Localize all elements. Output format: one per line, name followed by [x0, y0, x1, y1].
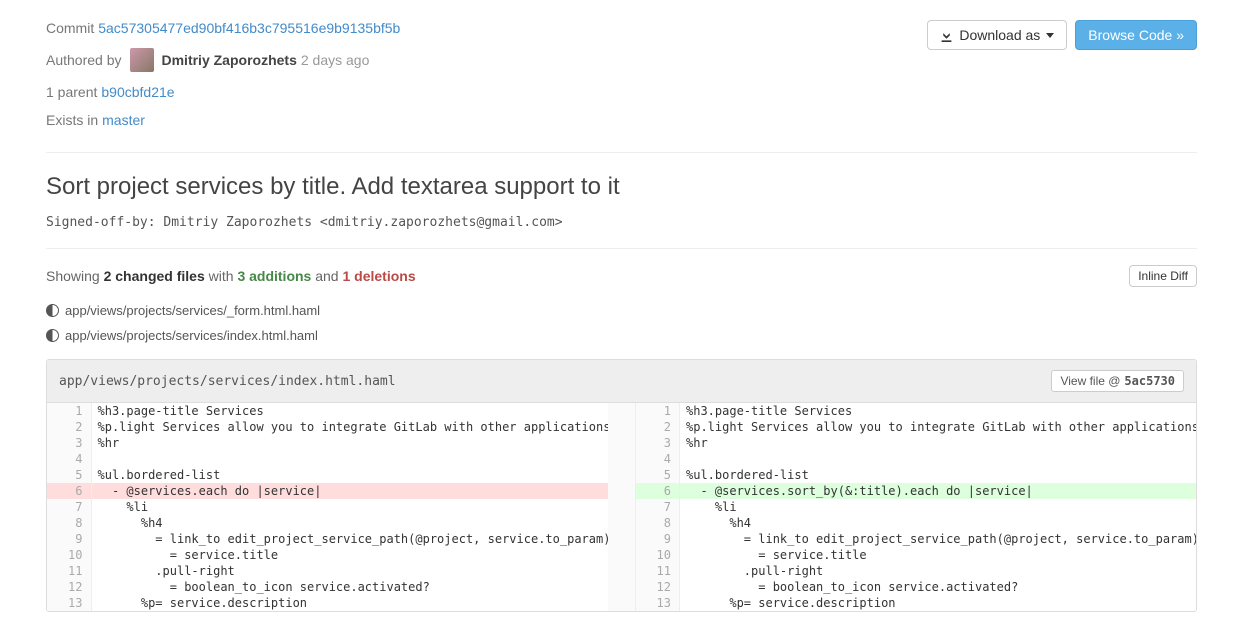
- new-line-number: 1: [636, 403, 680, 419]
- parent-sha-link[interactable]: b90cbfd21e: [101, 84, 174, 100]
- caret-down-icon: [1046, 33, 1054, 38]
- old-line-code: %hr: [91, 435, 608, 451]
- commit-title: Sort project services by title. Add text…: [46, 173, 1197, 201]
- diff-file-path: app/views/projects/services/index.html.h…: [59, 374, 396, 389]
- old-line-number: 1: [47, 403, 91, 419]
- old-line-code: %p.light Services allow you to integrate…: [91, 419, 608, 435]
- new-line-number: 8: [636, 515, 680, 531]
- old-line-code: - @services.each do |service|: [91, 483, 608, 499]
- old-line-number: 6: [47, 483, 91, 499]
- new-line-code: %p= service.description: [680, 595, 1197, 611]
- new-line-number: 12: [636, 579, 680, 595]
- old-line-number: 5: [47, 467, 91, 483]
- new-line-code: = link_to edit_project_service_path(@pro…: [680, 531, 1197, 547]
- new-line-code: = boolean_to_icon service.activated?: [680, 579, 1197, 595]
- new-line-code: - @services.sort_by(&:title).each do |se…: [680, 483, 1197, 499]
- exists-in-line: Exists in master: [46, 112, 400, 128]
- new-line-code: = service.title: [680, 547, 1197, 563]
- old-line-code: = boolean_to_icon service.activated?: [91, 579, 608, 595]
- changed-file-link[interactable]: app/views/projects/services/_form.html.h…: [46, 303, 1197, 318]
- new-line-code: %ul.bordered-list: [680, 467, 1197, 483]
- contrast-icon: [46, 329, 59, 342]
- parent-line: 1 parent b90cbfd21e: [46, 84, 400, 100]
- new-line-code: %li: [680, 499, 1197, 515]
- old-line-code: [91, 451, 608, 467]
- diff-row: 2%p.light Services allow you to integrat…: [47, 419, 1196, 435]
- new-line-code: .pull-right: [680, 563, 1197, 579]
- old-line-code: %ul.bordered-list: [91, 467, 608, 483]
- new-line-number: 4: [636, 451, 680, 467]
- old-line-number: 10: [47, 547, 91, 563]
- inline-diff-button[interactable]: Inline Diff: [1129, 265, 1197, 287]
- new-line-number: 13: [636, 595, 680, 611]
- branch-link[interactable]: master: [102, 112, 145, 128]
- diff-summary: Showing 2 changed files with 3 additions…: [46, 268, 416, 284]
- old-line-number: 13: [47, 595, 91, 611]
- new-line-number: 10: [636, 547, 680, 563]
- diff-row: 7 %li7 %li: [47, 499, 1196, 515]
- changed-file-link[interactable]: app/views/projects/services/index.html.h…: [46, 328, 1197, 343]
- new-line-number: 9: [636, 531, 680, 547]
- diff-row: 5%ul.bordered-list5%ul.bordered-list: [47, 467, 1196, 483]
- old-line-number: 8: [47, 515, 91, 531]
- old-line-number: 2: [47, 419, 91, 435]
- old-line-number: 3: [47, 435, 91, 451]
- author-name: Dmitriy Zaporozhets: [162, 52, 297, 68]
- new-line-number: 11: [636, 563, 680, 579]
- diff-row: 12 = boolean_to_icon service.activated?1…: [47, 579, 1196, 595]
- diff-row: 1%h3.page-title Services1%h3.page-title …: [47, 403, 1196, 419]
- download-icon: [940, 29, 953, 42]
- diff-table: 1%h3.page-title Services1%h3.page-title …: [47, 403, 1196, 611]
- commit-time: 2 days ago: [301, 52, 370, 68]
- diff-row: 10 = service.title10 = service.title: [47, 547, 1196, 563]
- new-line-number: 3: [636, 435, 680, 451]
- old-line-code: %h4: [91, 515, 608, 531]
- commit-sha-link[interactable]: 5ac57305477ed90bf416b3c795516e9b9135bf5b: [98, 20, 400, 36]
- diff-row: 11 .pull-right11 .pull-right: [47, 563, 1196, 579]
- additions-count: 3 additions: [237, 268, 311, 284]
- author-line: Authored by Dmitriy Zaporozhets 2 days a…: [46, 48, 400, 72]
- diff-row: 44: [47, 451, 1196, 467]
- old-line-number: 12: [47, 579, 91, 595]
- old-line-number: 4: [47, 451, 91, 467]
- diff-file: app/views/projects/services/index.html.h…: [46, 359, 1197, 612]
- new-line-code: [680, 451, 1197, 467]
- diff-row: 8 %h48 %h4: [47, 515, 1196, 531]
- view-file-button[interactable]: View file @ 5ac5730: [1051, 370, 1184, 392]
- old-line-number: 11: [47, 563, 91, 579]
- old-line-number: 7: [47, 499, 91, 515]
- diff-row: 9 = link_to edit_project_service_path(@p…: [47, 531, 1196, 547]
- diff-row: 13 %p= service.description13 %p= service…: [47, 595, 1196, 611]
- old-line-code: .pull-right: [91, 563, 608, 579]
- old-line-number: 9: [47, 531, 91, 547]
- diff-row: 3%hr3%hr: [47, 435, 1196, 451]
- old-line-code: %h3.page-title Services: [91, 403, 608, 419]
- new-line-number: 5: [636, 467, 680, 483]
- new-line-number: 7: [636, 499, 680, 515]
- old-line-code: %p= service.description: [91, 595, 608, 611]
- diff-row: 6 - @services.each do |service|6 - @serv…: [47, 483, 1196, 499]
- download-as-button[interactable]: Download as: [927, 20, 1067, 50]
- contrast-icon: [46, 304, 59, 317]
- new-line-code: %p.light Services allow you to integrate…: [680, 419, 1197, 435]
- deletions-count: 1 deletions: [342, 268, 415, 284]
- browse-code-button[interactable]: Browse Code »: [1075, 20, 1197, 50]
- commit-body: Signed-off-by: Dmitriy Zaporozhets <dmit…: [46, 215, 1197, 230]
- old-line-code: %li: [91, 499, 608, 515]
- new-line-code: %hr: [680, 435, 1197, 451]
- old-line-code: = service.title: [91, 547, 608, 563]
- avatar: [130, 48, 154, 72]
- new-line-code: %h3.page-title Services: [680, 403, 1197, 419]
- new-line-number: 6: [636, 483, 680, 499]
- new-line-number: 2: [636, 419, 680, 435]
- commit-sha-line: Commit 5ac57305477ed90bf416b3c795516e9b9…: [46, 20, 400, 36]
- new-line-code: %h4: [680, 515, 1197, 531]
- old-line-code: = link_to edit_project_service_path(@pro…: [91, 531, 608, 547]
